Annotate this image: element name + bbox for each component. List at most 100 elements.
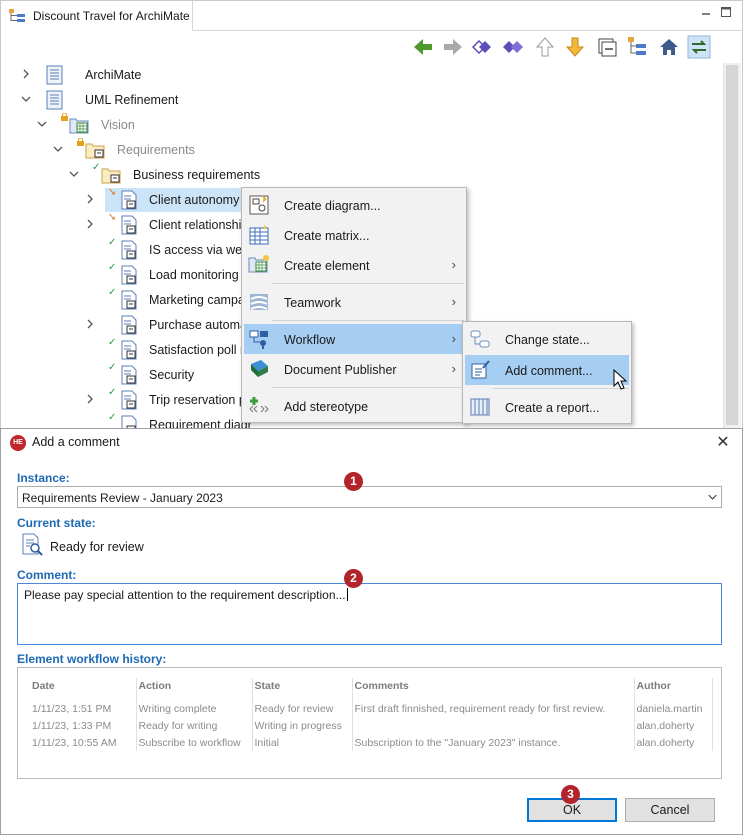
tree-item-label: Satisfaction poll r xyxy=(149,343,245,357)
menu-item-workflow[interactable]: Workflow › xyxy=(244,324,466,354)
instance-select[interactable]: Requirements Review - January 2023 xyxy=(17,486,722,508)
browser-toolbar xyxy=(405,33,741,61)
down-arrow-icon[interactable] xyxy=(563,35,587,59)
comment-label: Comment: xyxy=(17,568,77,582)
tree-item-business-requirements[interactable]: ✓ Business requirements xyxy=(1,162,501,187)
requirements-package-icon xyxy=(85,143,105,159)
menu-item-label: Create element xyxy=(284,259,370,273)
requirement-diagram-icon xyxy=(121,415,137,428)
column-header: Action xyxy=(136,678,253,696)
instance-label: Instance: xyxy=(17,471,70,485)
column-header: Author xyxy=(634,678,713,696)
tree-item-label: Requirement diagr xyxy=(149,418,252,428)
add-stereotype-icon xyxy=(249,397,269,413)
menu-separator xyxy=(272,320,464,321)
sync-icon[interactable] xyxy=(687,35,711,59)
table-cell: Writing in progress xyxy=(252,717,353,734)
menu-separator xyxy=(272,387,464,388)
chevron-right-icon[interactable] xyxy=(20,68,32,80)
close-icon[interactable]: ✕ xyxy=(714,432,732,451)
submenu-item-label: Change state... xyxy=(505,333,590,347)
dialog-title: Add a comment xyxy=(32,435,120,449)
tree-item-requirements[interactable]: Requirements xyxy=(1,138,501,162)
submenu-item-add-comment[interactable]: Add comment... xyxy=(465,355,629,385)
table-row[interactable]: 1/11/23, 1:33 PM Ready for writing Writi… xyxy=(30,717,713,734)
chevron-right-icon[interactable] xyxy=(84,218,96,230)
diamond-filled-icon[interactable] xyxy=(501,35,525,59)
context-menu: Create diagram... Create matrix... Creat… xyxy=(241,187,467,423)
home-icon[interactable] xyxy=(657,35,681,59)
workflow-submenu: Change state... Add comment... Create a … xyxy=(462,321,632,424)
diamond-link-icon[interactable] xyxy=(471,35,495,59)
history-label: Element workflow history: xyxy=(17,652,167,666)
requirement-icon xyxy=(121,215,137,235)
table-cell: Ready for review xyxy=(252,700,353,717)
add-comment-icon xyxy=(471,360,490,379)
forward-gray-arrow-icon[interactable] xyxy=(441,35,465,59)
check-icon: ✓ xyxy=(108,287,117,298)
tree-item-label: UML Refinement xyxy=(85,93,179,107)
tree-item-uml-refinement[interactable]: UML Refinement xyxy=(1,88,501,112)
submenu-arrow-icon: › xyxy=(451,257,456,272)
table-row[interactable]: 1/11/23, 10:55 AM Subscribe to workflow … xyxy=(30,734,713,751)
submenu-item-label: Add comment... xyxy=(505,364,593,378)
change-state-icon xyxy=(470,330,490,348)
chevron-down-icon[interactable] xyxy=(20,93,32,105)
requirement-icon xyxy=(121,340,137,360)
tree-view-icon[interactable] xyxy=(625,35,649,59)
menu-item-label: Create matrix... xyxy=(284,229,370,243)
minimize-icon[interactable] xyxy=(699,5,713,19)
model-icon xyxy=(46,65,63,85)
chevron-down-icon[interactable] xyxy=(703,487,721,507)
submenu-item-create-report[interactable]: Create a report... xyxy=(465,392,629,422)
tree-item-vision[interactable]: Vision xyxy=(1,113,501,137)
menu-item-create-matrix[interactable]: Create matrix... xyxy=(244,220,466,250)
menu-item-create-element[interactable]: Create element › xyxy=(244,250,466,280)
document-publisher-icon xyxy=(251,360,268,377)
add-comment-dialog: HE Add a comment ✕ Instance: Requirement… xyxy=(0,428,743,835)
column-header: Date xyxy=(30,678,137,696)
menu-item-teamwork[interactable]: Teamwork › xyxy=(244,287,466,317)
requirement-icon xyxy=(121,240,137,260)
maximize-icon[interactable] xyxy=(719,5,733,19)
table-cell: First draft finnished, requirement ready… xyxy=(352,700,635,717)
menu-item-add-stereotype[interactable]: Add stereotype xyxy=(244,391,466,421)
submenu-item-change-state[interactable]: Change state... xyxy=(465,324,629,354)
table-cell: Writing complete xyxy=(136,700,253,717)
comment-textarea[interactable]: Please pay special attention to the requ… xyxy=(17,583,722,645)
cancel-button[interactable]: Cancel xyxy=(625,798,715,822)
table-cell: daniela.martin xyxy=(634,700,713,717)
chevron-right-icon[interactable] xyxy=(84,193,96,205)
lock-icon xyxy=(61,113,68,121)
tree-item-label: Load monitoring xyxy=(149,268,239,282)
back-green-arrow-icon[interactable] xyxy=(411,35,435,59)
table-cell xyxy=(352,717,635,734)
table-row[interactable]: 1/11/23, 1:51 PM Writing complete Ready … xyxy=(30,700,713,717)
tree-item-label: Requirements xyxy=(117,143,195,157)
table-cell: Initial xyxy=(252,734,353,751)
comment-text: Please pay special attention to the requ… xyxy=(24,588,348,602)
scrollbar-thumb[interactable] xyxy=(726,65,738,425)
tree-item-label: Trip reservation pr xyxy=(149,393,250,407)
up-arrow-icon[interactable] xyxy=(533,35,557,59)
chevron-down-icon[interactable] xyxy=(68,168,80,180)
current-state-label: Current state: xyxy=(17,516,96,530)
chevron-down-icon[interactable] xyxy=(52,143,64,155)
table-cell: 1/11/23, 1:51 PM xyxy=(30,700,137,717)
column-header: State xyxy=(252,678,353,696)
chevron-right-icon[interactable] xyxy=(84,393,96,405)
tree-item-archimate[interactable]: ArchiMate xyxy=(1,63,501,87)
tab-discount-travel[interactable]: Discount Travel for ArchiMate xyxy=(1,1,193,31)
requirement-icon xyxy=(121,390,137,410)
chevron-right-icon[interactable] xyxy=(84,318,96,330)
menu-separator xyxy=(272,283,464,284)
check-icon: ✓ xyxy=(92,162,101,173)
menu-item-document-publisher[interactable]: Document Publisher › xyxy=(244,354,466,384)
collapse-icon[interactable] xyxy=(595,35,619,59)
menu-item-label: Document Publisher xyxy=(284,363,397,377)
requirement-icon xyxy=(121,265,137,285)
chevron-down-icon[interactable] xyxy=(36,118,48,130)
check-icon: ✓ xyxy=(108,237,117,248)
menu-item-create-diagram[interactable]: Create diagram... xyxy=(244,190,466,220)
tree-item-label: Vision xyxy=(101,118,135,132)
